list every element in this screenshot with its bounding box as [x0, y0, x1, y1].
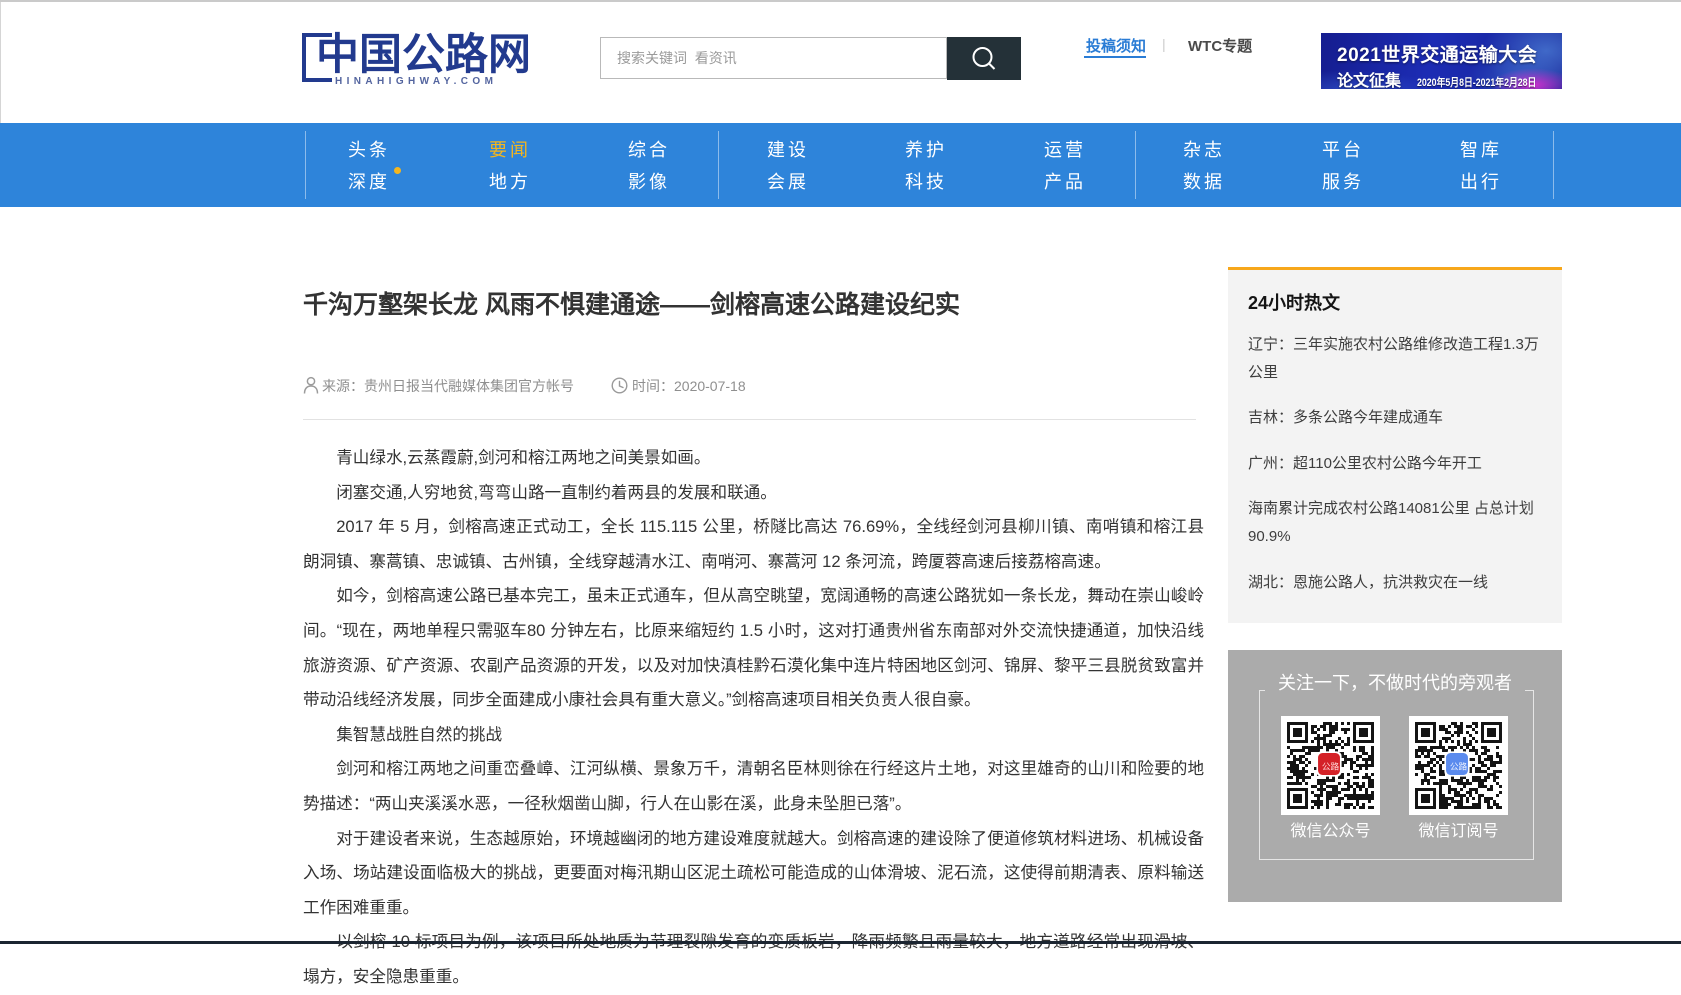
svg-text:公路: 公路	[1322, 760, 1340, 771]
svg-text:公路: 公路	[1450, 760, 1468, 771]
